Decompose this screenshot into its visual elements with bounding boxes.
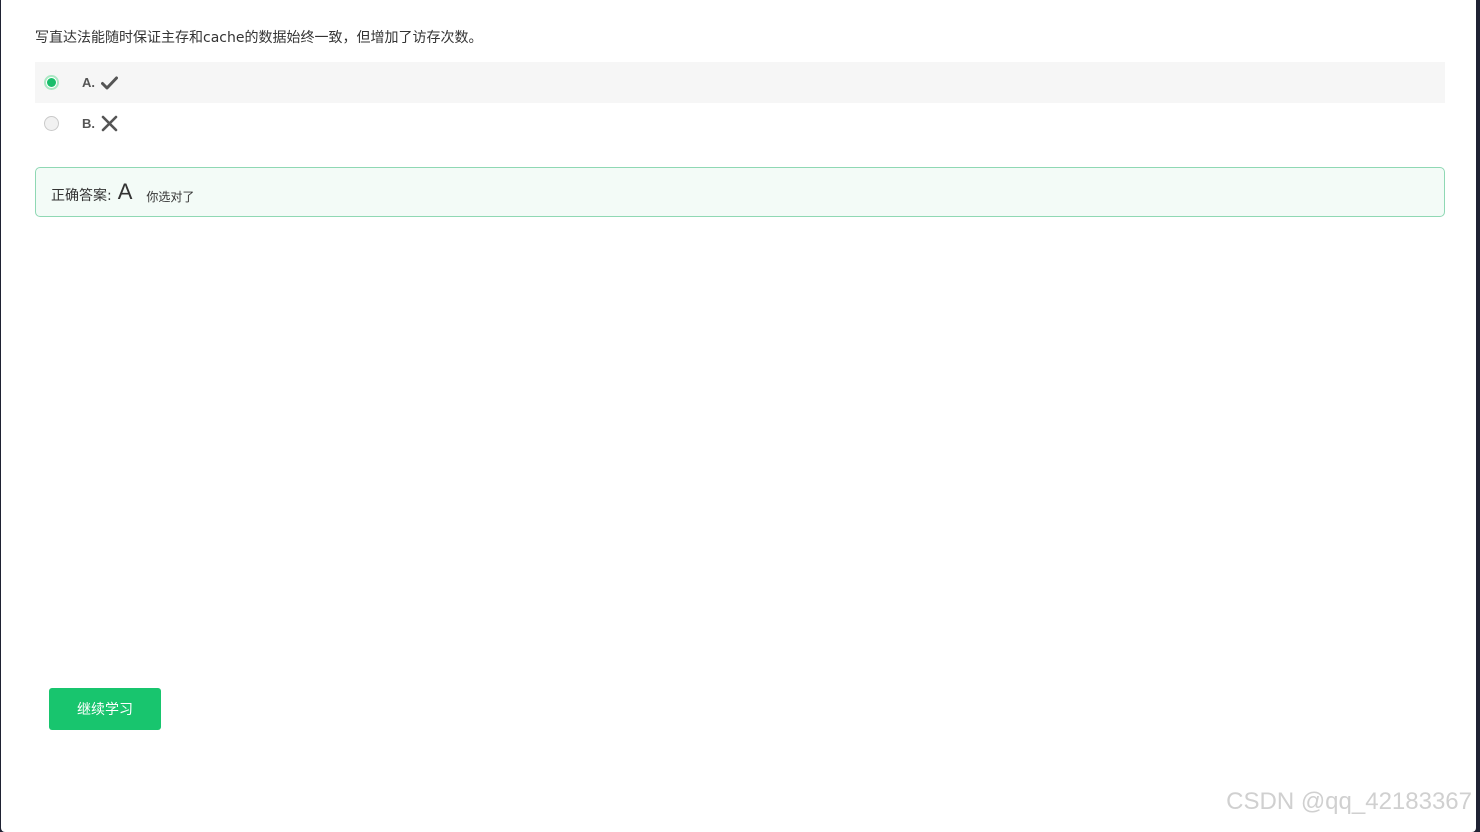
radio-button-unselected[interactable] [44,116,59,131]
watermark: CSDN @qq_42183367 [1226,788,1472,815]
option-b[interactable]: B. [35,103,1445,144]
answer-panel: 正确答案: A 你选对了 [35,167,1445,217]
radio-button-selected[interactable] [44,75,59,90]
option-b-letter: B. [82,116,95,131]
cross-icon [101,115,118,132]
question-text: 写直达法能随时保证主存和cache的数据始终一致，但增加了访存次数。 [35,30,483,46]
answer-result: 你选对了 [146,189,195,204]
continue-study-button[interactable]: 继续学习 [49,688,161,730]
answer-label: 正确答案: [51,188,112,204]
answer-value: A [117,179,133,204]
quiz-dialog: 写直达法能随时保证主存和cache的数据始终一致，但增加了访存次数。 A. B.… [1,0,1476,832]
check-icon [101,76,118,90]
option-a[interactable]: A. [35,62,1445,103]
option-a-letter: A. [82,75,95,90]
